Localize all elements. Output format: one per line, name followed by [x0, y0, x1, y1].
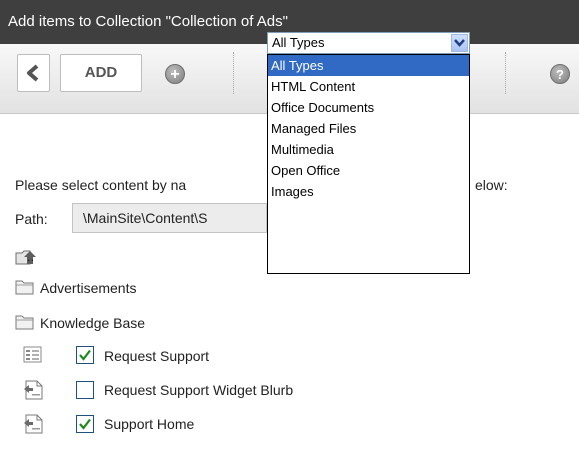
item-label: Request Support — [104, 348, 210, 364]
folder-icon — [15, 315, 34, 330]
add-button[interactable]: ADD — [60, 54, 142, 92]
content-item-support-home: Support Home — [23, 414, 323, 434]
tree-folder-knowledge-base[interactable]: Knowledge Base — [15, 313, 275, 333]
item-checkbox[interactable] — [76, 415, 94, 433]
dropdown-option-open-office[interactable]: Open Office — [268, 160, 469, 181]
chevron-down-icon[interactable] — [451, 34, 468, 52]
dropdown-option-html-content[interactable]: HTML Content — [268, 76, 469, 97]
content-type-select-value: All Types — [272, 35, 325, 50]
item-checkbox[interactable] — [76, 381, 94, 399]
toolbar-separator — [505, 52, 506, 94]
instruction-text-tail: elow: — [475, 177, 508, 193]
document-icon — [24, 414, 43, 434]
path-label: Path: — [15, 211, 48, 227]
folder-icon — [15, 280, 34, 295]
dropdown-option-multimedia[interactable]: Multimedia — [268, 139, 469, 160]
checkmark-icon — [79, 349, 91, 361]
tree-folder-advertisements[interactable]: Advertisements — [15, 278, 275, 298]
dropdown-option-images[interactable]: Images — [268, 181, 469, 202]
folder-label: Advertisements — [40, 280, 137, 296]
plus-circle-icon[interactable]: + — [165, 64, 185, 84]
item-label: Support Home — [104, 416, 195, 432]
content-type-select[interactable]: All Types — [267, 32, 470, 54]
form-icon — [23, 346, 42, 363]
help-circle-icon[interactable]: ? — [550, 64, 570, 84]
item-checkbox[interactable] — [76, 346, 94, 364]
document-icon — [24, 380, 43, 400]
item-label: Request Support Widget Blurb — [104, 382, 294, 398]
content-type-dropdown: All Types HTML Content Office Documents … — [267, 54, 470, 274]
tree-up-row[interactable]: .. — [15, 249, 135, 269]
back-button[interactable] — [17, 54, 50, 92]
folder-label: Knowledge Base — [40, 315, 146, 331]
chevron-left-icon — [27, 64, 39, 82]
path-field[interactable]: \MainSite\Content\S — [72, 203, 267, 233]
instruction-text-start: Please select content by na — [15, 177, 187, 193]
toolbar-separator — [233, 52, 234, 94]
dropdown-option-managed-files[interactable]: Managed Files — [268, 118, 469, 139]
dropdown-option-office-documents[interactable]: Office Documents — [268, 97, 469, 118]
tree-up-label: .. — [27, 249, 35, 264]
instruction-text: Please select content by na — [15, 177, 186, 193]
dropdown-option-all-types[interactable]: All Types — [268, 55, 469, 76]
content-item-request-support: Request Support — [23, 346, 323, 366]
content-item-request-support-widget-blurb: Request Support Widget Blurb — [23, 380, 363, 400]
checkmark-icon — [79, 418, 91, 430]
